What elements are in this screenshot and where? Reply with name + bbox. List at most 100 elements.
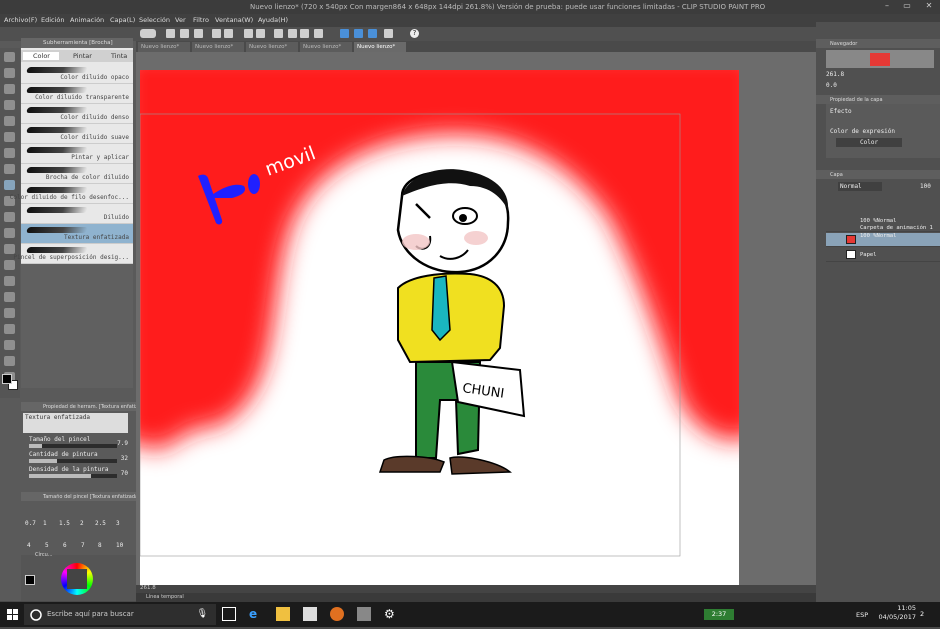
snap-special-icon[interactable]	[354, 29, 363, 38]
size-preset[interactable]: 2	[80, 520, 84, 527]
menu-capa[interactable]: Capa(L)	[110, 16, 135, 24]
ruler-tool-icon[interactable]	[4, 324, 15, 334]
zoom-readout[interactable]: 261.8	[140, 585, 156, 591]
tray-timer[interactable]: 2:37	[704, 609, 734, 620]
brush-item[interactable]: Pintar y aplicar	[21, 144, 133, 164]
brush-item[interactable]: Color diluido de filo desenfoc...	[10, 184, 133, 204]
open-icon[interactable]	[180, 29, 189, 38]
clock[interactable]: 11:05 04/05/2017	[879, 604, 916, 622]
pen-tool-icon[interactable]	[4, 164, 15, 174]
chrome-icon[interactable]	[330, 607, 344, 621]
maximize-icon[interactable]: ▭	[900, 1, 914, 13]
timeline-label[interactable]: Línea temporal	[146, 594, 184, 600]
navigator-preview[interactable]	[826, 50, 934, 68]
clip-studio-taskbar-icon[interactable]	[357, 607, 371, 621]
brush-item[interactable]: Diluido	[21, 204, 133, 224]
close-icon[interactable]: ✕	[922, 1, 936, 13]
fill-tool-icon[interactable]	[4, 260, 15, 270]
size-preset[interactable]: 10	[116, 542, 123, 549]
doc-tab-active[interactable]: Nuevo lienzo*	[354, 42, 406, 52]
navigator-angle[interactable]: 0.0	[826, 82, 837, 89]
size-preset[interactable]: 3	[116, 520, 120, 527]
menu-ventana[interactable]: Ventana(W)	[215, 16, 253, 24]
new-icon[interactable]	[166, 29, 175, 38]
menu-edicion[interactable]: Edición	[41, 16, 65, 24]
crop-icon[interactable]	[288, 29, 297, 38]
search-input[interactable]: Escribe aquí para buscar 🎙	[24, 604, 216, 625]
eyedropper-icon[interactable]	[4, 148, 15, 158]
blend-tool-icon[interactable]	[4, 244, 15, 254]
tab-pintar[interactable]: Pintar	[61, 52, 92, 60]
blend-mode-select[interactable]: Normal	[838, 182, 882, 191]
menu-animacion[interactable]: Animación	[70, 16, 104, 24]
doc-tab[interactable]: Nuevo lienzo*	[246, 42, 298, 52]
expression-select[interactable]: Color	[836, 138, 902, 147]
move-layer-icon[interactable]	[4, 100, 15, 110]
task-view-icon[interactable]	[222, 607, 236, 621]
deselect-icon[interactable]	[300, 29, 309, 38]
start-button[interactable]	[0, 602, 24, 627]
undo-icon[interactable]	[212, 29, 221, 38]
hand-tool-icon[interactable]	[4, 68, 15, 78]
fill-icon[interactable]	[256, 29, 265, 38]
brush-item[interactable]: Color diluido opaco	[21, 64, 133, 84]
clear-icon[interactable]	[244, 29, 253, 38]
menu-archivo[interactable]: Archivo(F)	[4, 16, 37, 24]
size-preset[interactable]: 4	[27, 542, 31, 549]
language-indicator[interactable]: ESP	[856, 611, 868, 619]
brush-item-selected[interactable]: Textura enfatizada	[21, 224, 133, 244]
main-sub-color-swatch[interactable]	[0, 372, 20, 394]
eraser-tool-icon[interactable]	[4, 228, 15, 238]
layer-row-paper[interactable]: Papel	[826, 248, 940, 262]
frame-tool-icon[interactable]	[4, 308, 15, 318]
balloon-tool-icon[interactable]	[4, 356, 15, 366]
lasso-tool-icon[interactable]	[4, 132, 15, 142]
navigator-zoom[interactable]: 261.8	[826, 71, 844, 78]
zoom-tool-icon[interactable]	[4, 52, 15, 62]
layer-opacity[interactable]: 100	[920, 183, 931, 190]
size-preset[interactable]: 1	[43, 520, 47, 527]
figure-tool-icon[interactable]	[4, 292, 15, 302]
microphone-icon[interactable]: 🎙	[197, 609, 208, 619]
help-icon[interactable]: ?	[410, 29, 419, 38]
menu-seleccion[interactable]: Selección	[139, 16, 170, 24]
tab-tinta[interactable]: Tinta	[99, 52, 127, 60]
doc-tab[interactable]: Nuevo lienzo*	[138, 42, 190, 52]
brush-item[interactable]: Color diluido denso	[21, 104, 133, 124]
decoration-tool-icon[interactable]	[4, 212, 15, 222]
text-tool-icon[interactable]	[4, 340, 15, 350]
store-icon[interactable]	[303, 607, 317, 621]
size-preset[interactable]: 5	[45, 542, 49, 549]
doc-tab[interactable]: Nuevo lienzo*	[192, 42, 244, 52]
edge-icon[interactable]: e	[249, 607, 263, 621]
paint-density-row[interactable]: Densidad de la pintura 70	[21, 466, 136, 480]
menu-ver[interactable]: Ver	[175, 16, 186, 24]
brush-item[interactable]: Color diluido transparente	[21, 84, 133, 104]
notification-count[interactable]: 2	[920, 610, 924, 618]
layer-row-selected[interactable]: 100 %Normal	[826, 233, 940, 247]
brush-item[interactable]: Brocha de color diluido	[21, 164, 133, 184]
save-icon[interactable]	[194, 29, 203, 38]
settings-icon[interactable]: ⚙	[384, 607, 398, 621]
main-color-chip[interactable]	[25, 575, 35, 585]
invert-selection-icon[interactable]	[314, 29, 323, 38]
snap-ruler-icon[interactable]	[340, 29, 349, 38]
minimize-icon[interactable]: –	[880, 1, 894, 13]
brush-item[interactable]: Color diluido suave	[21, 124, 133, 144]
size-preset[interactable]: 7	[81, 542, 85, 549]
clip-studio-icon[interactable]	[140, 29, 156, 38]
file-explorer-icon[interactable]	[276, 607, 290, 621]
size-preset[interactable]: 6	[63, 542, 67, 549]
paint-amount-row[interactable]: Cantidad de pintura 32	[21, 451, 136, 465]
redo-icon[interactable]	[224, 29, 233, 38]
doc-tab[interactable]: Nuevo lienzo*	[300, 42, 352, 52]
size-preset[interactable]: 1.5	[59, 520, 70, 527]
size-preset[interactable]: 8	[98, 542, 102, 549]
menu-ayuda[interactable]: Ayuda(H)	[258, 16, 288, 24]
gradient-tool-icon[interactable]	[4, 276, 15, 286]
layer-row-folder[interactable]: 100 %Normal Carpeta de animación 1	[826, 218, 940, 232]
selection-tool-icon[interactable]	[4, 116, 15, 126]
color-wheel[interactable]	[61, 563, 93, 595]
color-settings-icon[interactable]	[384, 29, 393, 38]
brush-item[interactable]: Pincel de superposición desig...	[13, 244, 133, 264]
